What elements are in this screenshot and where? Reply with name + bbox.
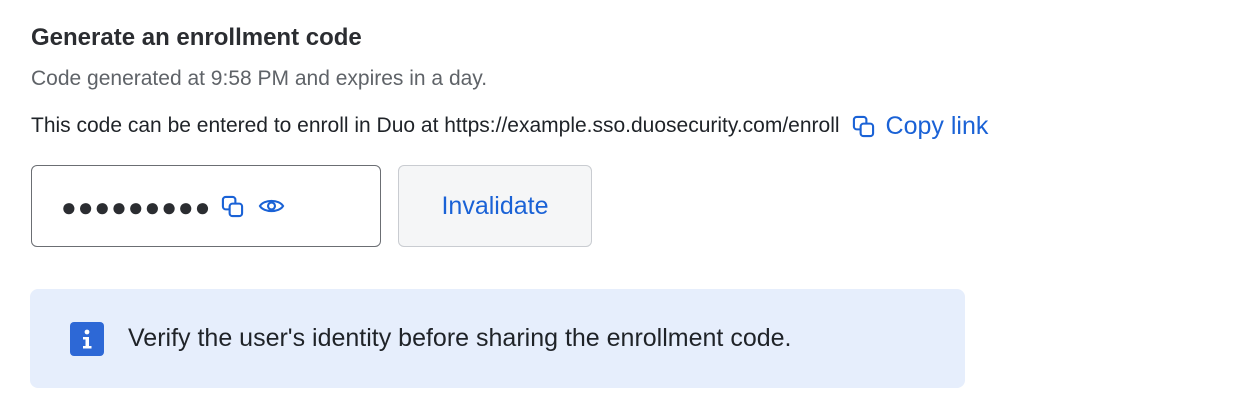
- masked-code-value: ●●●●●●●●●: [61, 191, 212, 222]
- copy-code-icon[interactable]: [221, 195, 244, 218]
- copy-link-label: Copy link: [885, 111, 989, 140]
- enrollment-link-row: This code can be entered to enroll in Du…: [31, 109, 988, 143]
- code-expiry-text: Code generated at 9:58 PM and expires in…: [31, 67, 488, 90]
- enrollment-description: This code can be entered to enroll in Du…: [31, 114, 840, 137]
- copy-link-button[interactable]: Copy link: [852, 111, 989, 141]
- page-title: Generate an enrollment code: [31, 24, 362, 51]
- identity-notice: Verify the user's identity before sharin…: [30, 289, 965, 388]
- invalidate-button[interactable]: Invalidate: [398, 165, 592, 247]
- enrollment-code-field[interactable]: ●●●●●●●●●: [31, 165, 381, 247]
- copy-icon: [852, 115, 875, 138]
- notice-text: Verify the user's identity before sharin…: [128, 324, 792, 352]
- info-icon: [70, 321, 104, 356]
- eye-icon[interactable]: [258, 196, 285, 216]
